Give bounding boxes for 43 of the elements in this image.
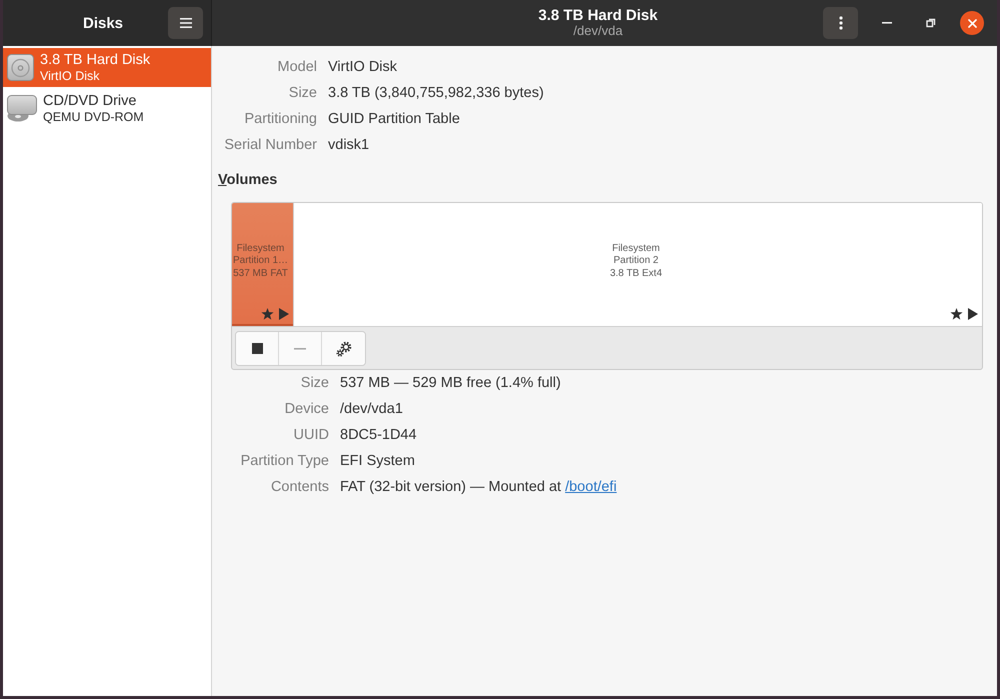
window-subtitle: /dev/vda xyxy=(573,24,623,40)
detail-value: 537 MB — 529 MB free (1.4% full) xyxy=(340,375,561,391)
square-icon xyxy=(252,343,262,354)
detail-value: VirtIO Disk xyxy=(328,59,398,75)
detail-label: Size xyxy=(300,375,329,391)
play-icon xyxy=(968,308,978,320)
mount-point-link[interactable]: /boot/efi xyxy=(565,479,617,495)
gears-icon xyxy=(336,340,352,356)
sidebar-item[interactable]: 3.8 TB Hard Disk VirtIO Disk xyxy=(3,48,211,87)
detail-value: vdisk1 xyxy=(328,137,370,153)
play-icon xyxy=(279,308,289,320)
detail-label: Contents xyxy=(270,479,329,495)
detail-label: UUID xyxy=(294,427,329,443)
more-options-button[interactable] xyxy=(823,7,858,39)
minimize-icon xyxy=(882,22,892,24)
detail-label: Size xyxy=(288,85,317,101)
detail-label: Partitioning xyxy=(244,111,317,127)
section-heading: Volumes xyxy=(218,171,278,189)
more-options-icon xyxy=(838,16,842,30)
detail-value: EFI System xyxy=(340,453,415,469)
close-icon xyxy=(968,18,976,28)
stop-button[interactable] xyxy=(236,332,279,365)
optical-drive-icon xyxy=(7,95,37,122)
detail-value: 3.8 TB (3,840,755,982,336 bytes) xyxy=(328,85,544,101)
detail-value: 8DC5-1D44 xyxy=(340,427,417,443)
detail-label: Model xyxy=(278,59,317,75)
menu-icon xyxy=(180,18,192,28)
minus-icon xyxy=(294,348,306,350)
window-title: 3.8 TB Hard Disk xyxy=(538,6,658,24)
sidebar-item[interactable]: CD/DVD Drive QEMU DVD-ROM xyxy=(3,89,211,128)
detail-label: Partition Type xyxy=(240,453,329,469)
detail-value: FAT (32-bit version) — Mounted at xyxy=(340,479,562,495)
detail-value: /dev/vda1 xyxy=(340,401,403,417)
menu-button[interactable] xyxy=(168,7,203,39)
detail-value: GUID Partition Table xyxy=(328,111,460,127)
partition-segment[interactable]: Filesystem Partition 1… 537 MB FAT xyxy=(232,203,294,326)
detail-label: Serial Number xyxy=(224,137,317,153)
star-icon xyxy=(261,308,274,320)
detail-label: Device xyxy=(284,401,329,417)
star-icon xyxy=(950,308,963,320)
app-title: Disks xyxy=(82,14,124,32)
restore-icon xyxy=(926,18,936,28)
close-button[interactable] xyxy=(960,11,984,35)
